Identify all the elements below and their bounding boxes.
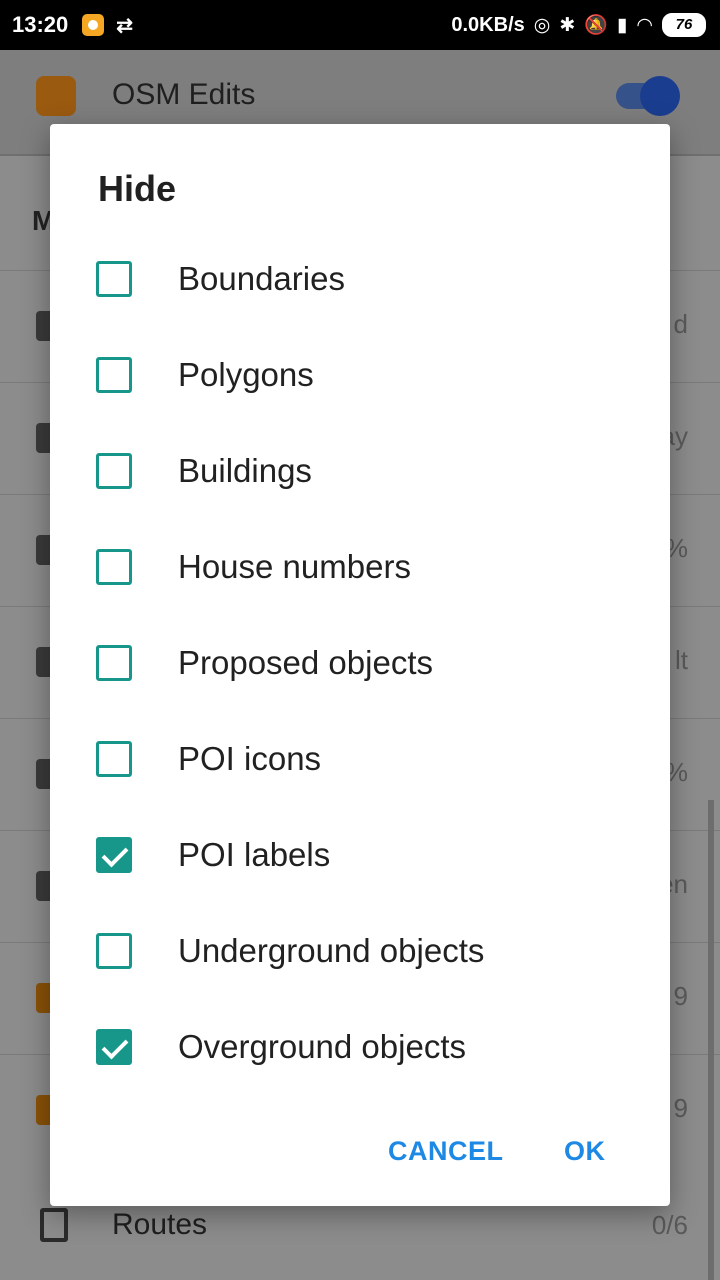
option-row[interactable]: Buildings [50, 423, 670, 519]
option-label: POI icons [178, 740, 322, 777]
toolbar-title: OSM Edits [112, 78, 256, 111]
checkbox-unchecked[interactable] [96, 933, 132, 969]
mute-icon: 🔕 [584, 15, 608, 36]
options-list: Boundaries Polygons Buildings House numbers… [50, 231, 670, 1095]
option-row[interactable]: POI icons [50, 711, 670, 807]
app-notification-icon [82, 14, 105, 36]
routes-value: 0/6 [651, 1210, 688, 1240]
checkbox-unchecked[interactable] [96, 453, 132, 489]
status-right: 0.0KB/s ◎ ✱ 🔕 ▮ ◠ 76 [451, 0, 706, 50]
link-icon: ⇄ [116, 14, 134, 37]
list-item-value: lt [675, 645, 688, 675]
ok-button[interactable]: OK [564, 1136, 606, 1167]
dialog-title: Hide [98, 168, 177, 209]
plugin-switch-thumb[interactable] [640, 76, 680, 116]
option-label: House numbers [178, 548, 411, 585]
option-row[interactable]: Polygons [50, 327, 670, 423]
hotspot-icon: ◎ [533, 14, 551, 36]
cancel-button[interactable]: CANCEL [388, 1136, 504, 1167]
checkbox-unchecked[interactable] [96, 645, 132, 681]
option-label: Polygons [178, 356, 314, 393]
routes-label: Routes [112, 1208, 208, 1241]
list-item-value: d [673, 309, 688, 339]
checkbox-unchecked[interactable] [96, 357, 132, 393]
checkbox-unchecked[interactable] [96, 549, 132, 585]
option-row[interactable]: Underground objects [50, 903, 670, 999]
list-item-value: 9 [673, 981, 688, 1011]
signal-icon: ▮ [616, 14, 628, 36]
option-label: Buildings [178, 452, 312, 489]
scrollbar[interactable] [708, 800, 714, 1280]
option-row[interactable]: Boundaries [50, 231, 670, 327]
option-label: POI labels [178, 836, 331, 873]
network-speed: 0.0KB/s [451, 13, 525, 36]
option-label: Underground objects [178, 932, 485, 969]
checkbox-unchecked[interactable] [96, 261, 132, 297]
dialog-actions: CANCEL OK [50, 1130, 670, 1182]
checkbox-unchecked[interactable] [96, 741, 132, 777]
option-row[interactable]: House numbers [50, 519, 670, 615]
battery-icon: 76 [662, 13, 706, 37]
option-row[interactable]: POI labels [50, 807, 670, 903]
wifi-icon: ◠ [636, 14, 653, 36]
status-time: 13:20 [12, 12, 69, 37]
hide-dialog: Hide Boundaries Polygons Buildings House nu… [50, 124, 670, 1206]
list-item-value: 9 [673, 1093, 688, 1123]
checkbox-checked[interactable] [96, 1029, 132, 1065]
checkbox-checked[interactable] [96, 837, 132, 873]
option-label: Boundaries [178, 260, 345, 297]
option-label: Overground objects [178, 1028, 466, 1065]
option-row[interactable]: Overground objects [50, 999, 670, 1095]
status-bar: 13:20 ⇄ 0.0KB/s ◎ ✱ 🔕 ▮ ◠ 76 [0, 0, 720, 50]
routes-icon [40, 1208, 68, 1242]
bluetooth-icon: ✱ [559, 14, 576, 36]
option-label: Proposed objects [178, 644, 433, 681]
option-row[interactable]: Proposed objects [50, 615, 670, 711]
osm-edits-logo-icon [36, 76, 76, 116]
